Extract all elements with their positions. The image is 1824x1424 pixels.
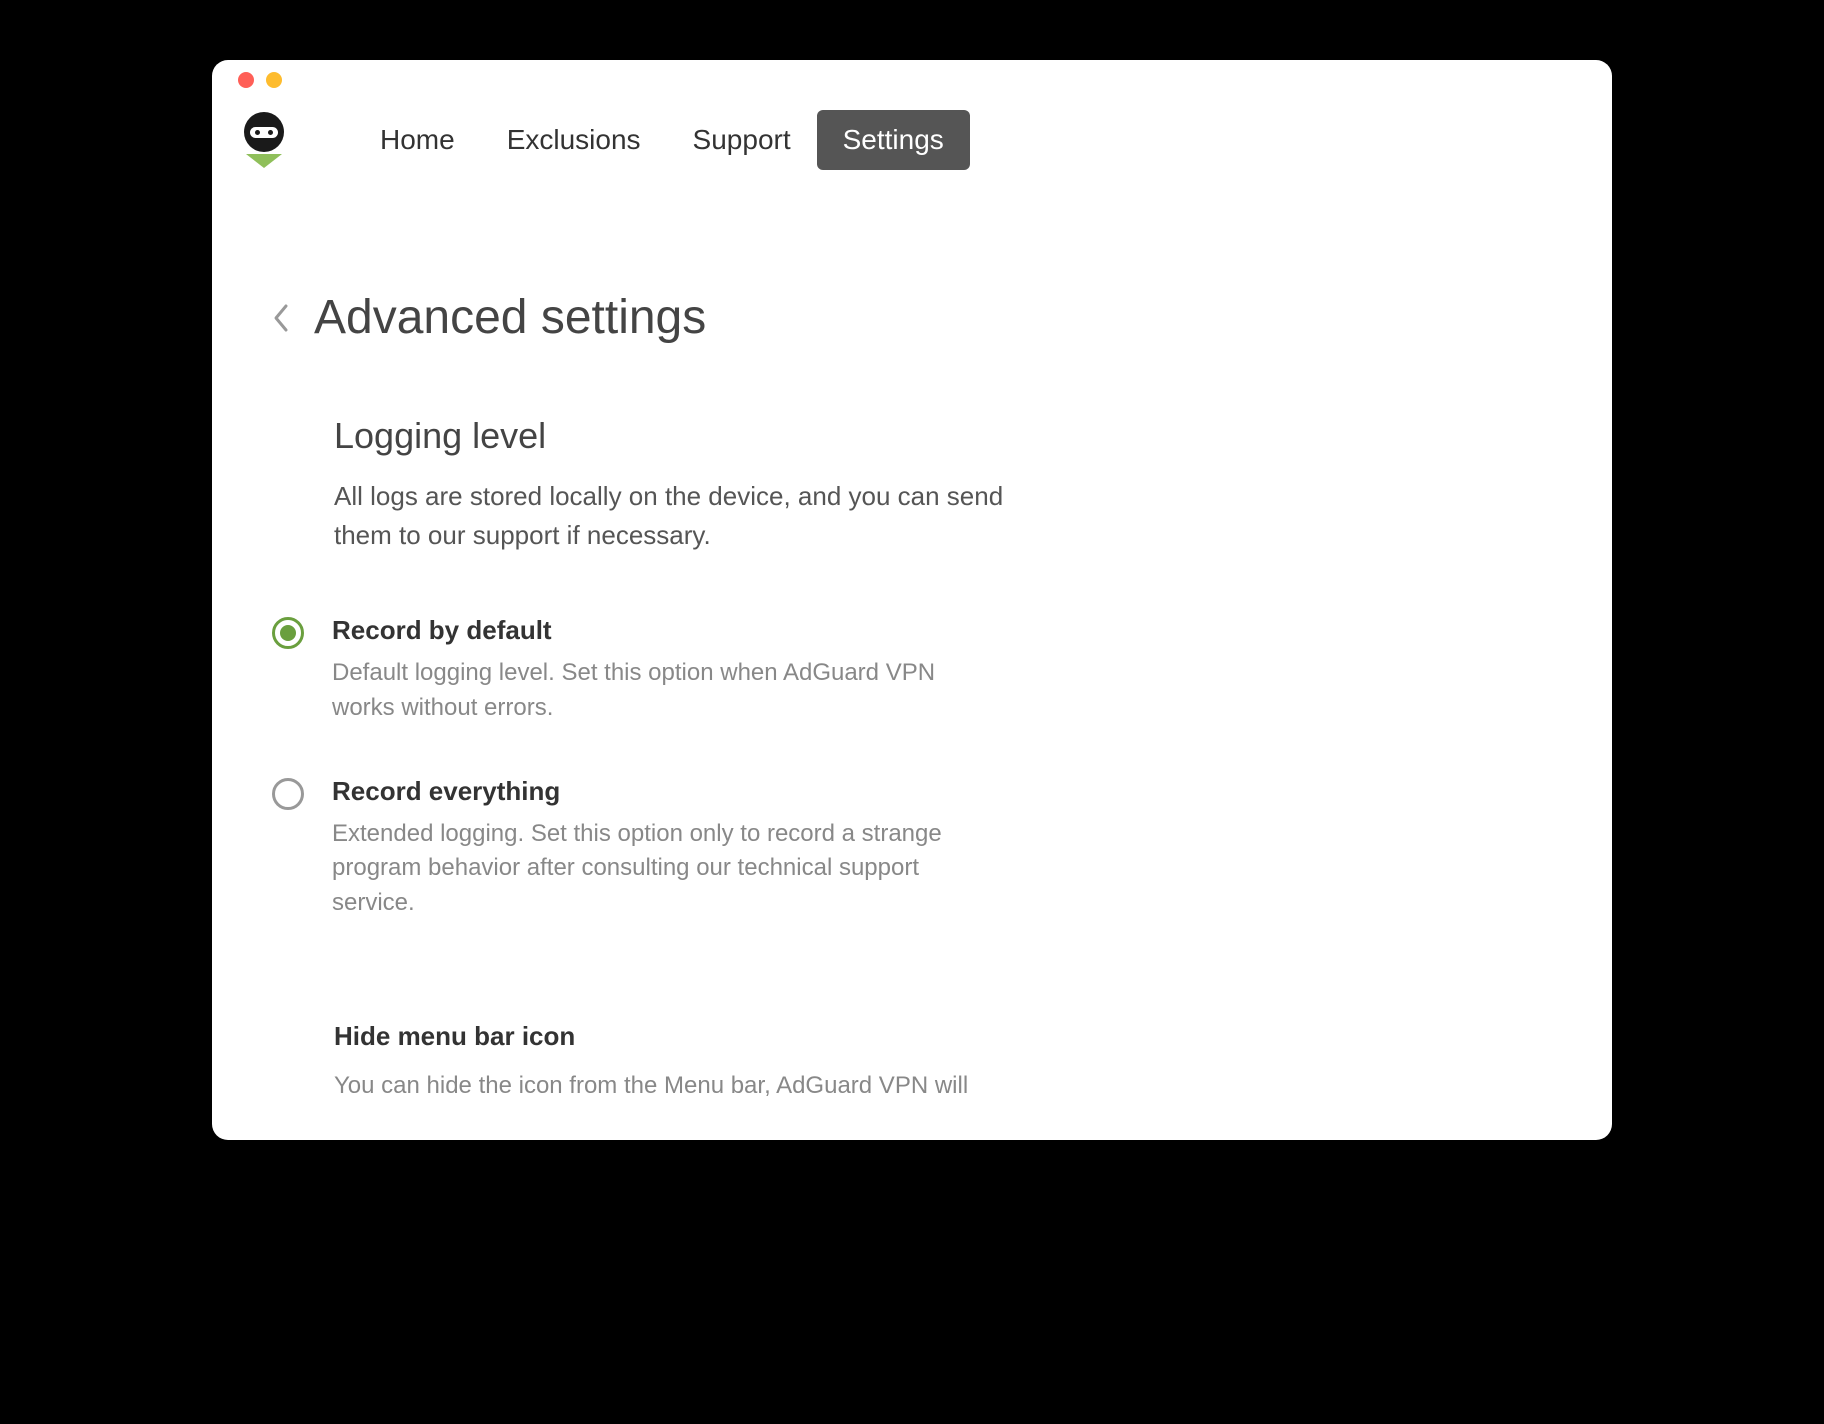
tab-settings[interactable]: Settings	[817, 110, 970, 170]
titlebar	[212, 60, 1612, 100]
close-window-button[interactable]	[238, 72, 254, 88]
page-title: Advanced settings	[314, 290, 706, 345]
app-logo-icon	[242, 112, 286, 168]
app-window: Home Exclusions Support Settings Advance…	[212, 60, 1612, 1140]
tab-support[interactable]: Support	[667, 110, 817, 170]
radio-title: Record everything	[332, 776, 972, 807]
hide-menu-section: Hide menu bar icon You can hide the icon…	[334, 1021, 1552, 1104]
minimize-window-button[interactable]	[266, 72, 282, 88]
header: Home Exclusions Support Settings	[212, 100, 1612, 190]
radio-record-everything[interactable]: Record everything Extended logging. Set …	[272, 776, 1552, 921]
radio-text: Record everything Extended logging. Set …	[332, 776, 972, 921]
radio-title: Record by default	[332, 615, 972, 646]
radio-description: Default logging level. Set this option w…	[332, 656, 972, 726]
tab-exclusions[interactable]: Exclusions	[481, 110, 667, 170]
radio-description: Extended logging. Set this option only t…	[332, 817, 972, 921]
tab-home[interactable]: Home	[354, 110, 481, 170]
page-title-row: Advanced settings	[272, 290, 1552, 345]
nav-tabs: Home Exclusions Support Settings	[354, 110, 970, 170]
hide-menu-description: You can hide the icon from the Menu bar,…	[334, 1068, 984, 1104]
logging-section: Logging level All logs are stored locall…	[272, 415, 1552, 1104]
radio-button-icon	[272, 617, 304, 649]
logging-description: All logs are stored locally on the devic…	[334, 477, 1054, 555]
radio-record-default[interactable]: Record by default Default logging level.…	[272, 615, 1552, 726]
radio-button-icon	[272, 778, 304, 810]
back-chevron-icon[interactable]	[272, 303, 290, 333]
logging-heading: Logging level	[334, 415, 1552, 457]
hide-menu-title: Hide menu bar icon	[334, 1021, 1552, 1052]
scroll-spacer	[272, 1104, 1552, 1140]
content-scroll-area[interactable]: Advanced settings Logging level All logs…	[212, 240, 1612, 1140]
radio-text: Record by default Default logging level.…	[332, 615, 972, 726]
